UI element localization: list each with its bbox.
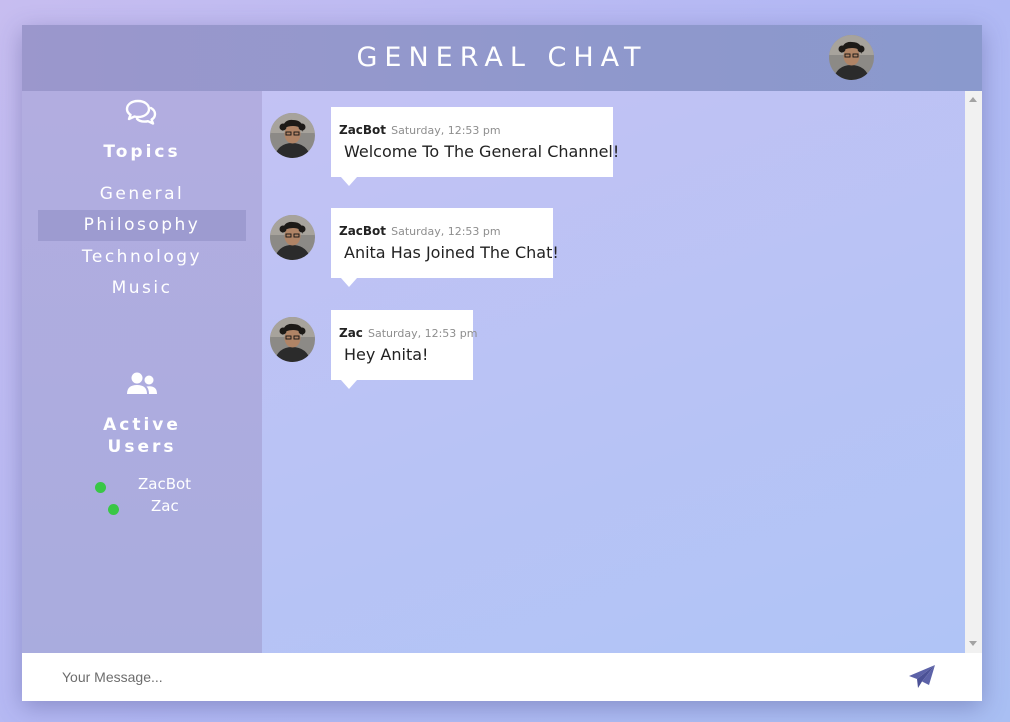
topic-music[interactable]: Music	[38, 273, 246, 304]
message-author: ZacBot	[339, 224, 387, 238]
message-avatar[interactable]	[270, 215, 315, 260]
chat-bubbles-icon	[125, 99, 157, 125]
message-bubble: ZacBot Saturday, 12:53 pm Welcome To The…	[331, 107, 619, 186]
message-bubble: Zac Saturday, 12:53 pm Hey Anita!	[331, 310, 477, 389]
chat-app: GENERAL CHAT Topics General Philosophy T…	[22, 25, 982, 701]
message-text: Hey Anita!	[344, 345, 429, 364]
message-list-scrollbar[interactable]	[965, 91, 982, 653]
message-timestamp: Saturday, 12:53 pm	[391, 225, 501, 238]
user-avatar[interactable]	[829, 35, 874, 80]
message-bubble: ZacBot Saturday, 12:53 pm Anita Has Join…	[331, 208, 559, 287]
active-user-name: Zac	[151, 497, 179, 515]
message-avatar[interactable]	[270, 113, 315, 158]
online-status-dot	[108, 504, 119, 515]
message-avatar[interactable]	[270, 317, 315, 362]
topic-technology[interactable]: Technology	[38, 242, 246, 273]
message-input[interactable]	[62, 663, 862, 691]
paper-plane-icon[interactable]	[908, 664, 936, 690]
message-timestamp: Saturday, 12:53 pm	[368, 327, 478, 340]
topic-general[interactable]: General	[38, 179, 246, 210]
active-user-item: ZacBot	[22, 475, 262, 497]
message-text: Anita Has Joined The Chat!	[344, 243, 559, 262]
message-author: ZacBot	[339, 123, 387, 137]
online-status-dot	[95, 482, 106, 493]
header: GENERAL CHAT	[22, 25, 982, 91]
topic-philosophy[interactable]: Philosophy	[38, 210, 246, 241]
message-list: ZacBot Saturday, 12:53 pm Welcome To The…	[262, 91, 965, 653]
active-users-heading-line1: Active	[103, 415, 181, 435]
topics-heading: Topics	[103, 142, 181, 162]
message-timestamp: Saturday, 12:53 pm	[391, 124, 501, 137]
message-text: Welcome To The General Channel!	[344, 142, 620, 161]
users-icon	[127, 372, 157, 394]
active-user-name: ZacBot	[138, 475, 192, 493]
scroll-up-arrow-icon[interactable]	[969, 97, 977, 102]
composer	[22, 653, 982, 701]
active-users-heading-line2: Users	[107, 437, 177, 457]
scroll-down-arrow-icon[interactable]	[969, 641, 977, 646]
message-author: Zac	[339, 326, 363, 340]
active-user-item: Zac	[22, 497, 262, 519]
sidebar: Topics General Philosophy Technology Mus…	[22, 91, 262, 653]
